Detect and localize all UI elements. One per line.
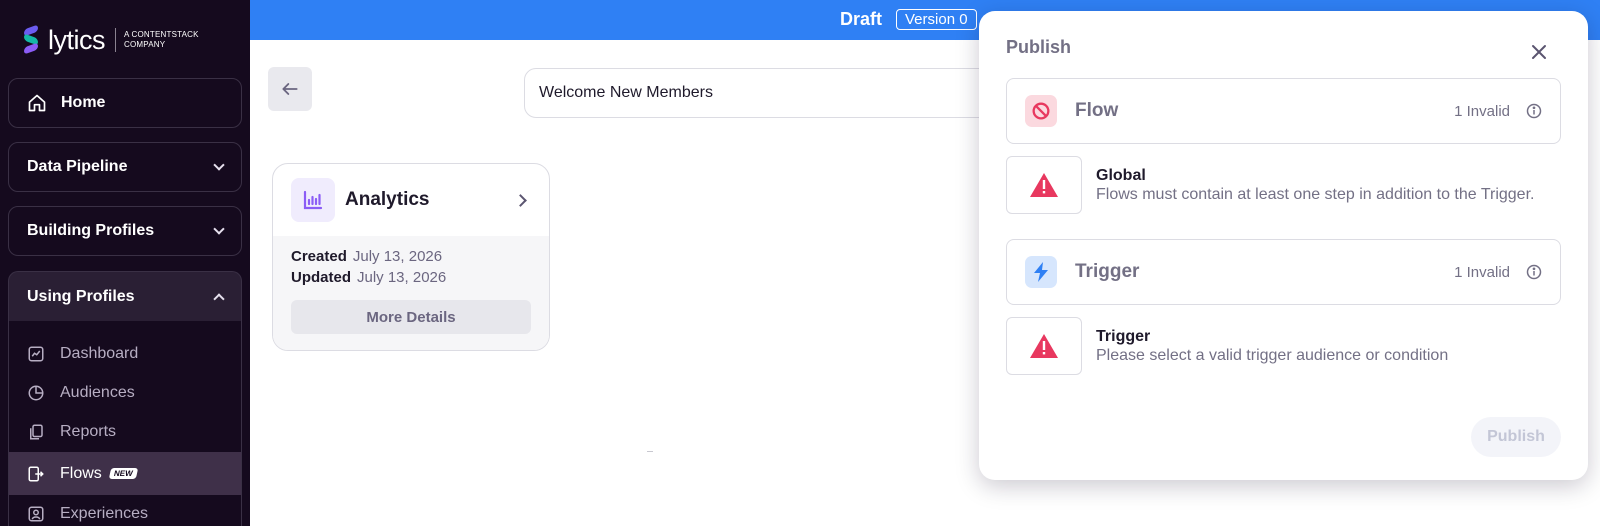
- canvas-marker: [647, 451, 653, 452]
- sidebar-item-experiences[interactable]: Experiences: [9, 493, 241, 526]
- publish-button[interactable]: Publish: [1471, 417, 1561, 457]
- sidebar: lytics A CONTENTSTACK COMPANY Home Data P…: [0, 0, 250, 526]
- error-title: Trigger: [1096, 328, 1151, 345]
- no-entry-icon: [1025, 95, 1057, 127]
- section-flow[interactable]: Flow 1 Invalid: [1006, 78, 1561, 144]
- error-row-global: Global Flows must contain at least one s…: [1006, 156, 1561, 214]
- pie-chart-icon: [28, 385, 44, 401]
- nav-using-profiles[interactable]: Using Profiles: [8, 271, 242, 321]
- copy-icon: [30, 424, 43, 440]
- chevron-down-icon: [213, 159, 225, 171]
- chevron-down-icon: [213, 223, 225, 235]
- logo-subtext: A CONTENTSTACK COMPANY: [124, 30, 199, 49]
- info-icon[interactable]: [1526, 264, 1542, 280]
- updated-row: Updated July 13, 2026: [291, 269, 447, 286]
- logo-text: lytics: [48, 24, 106, 55]
- nav-home-label: Home: [61, 94, 106, 111]
- lytics-logo-icon: [22, 24, 42, 55]
- using-profiles-submenu: Dashboard Audiences Reports Flows NEW Ex…: [8, 321, 242, 526]
- sidebar-item-dashboard[interactable]: Dashboard: [9, 333, 241, 375]
- back-button[interactable]: [268, 67, 312, 111]
- lightning-icon: [1025, 256, 1057, 288]
- analytics-card-header[interactable]: Analytics: [273, 164, 549, 236]
- flow-exit-icon: [28, 466, 44, 481]
- nav-home[interactable]: Home: [8, 78, 242, 128]
- analytics-card: Analytics Created July 13, 2026 Updated Ju…: [272, 163, 550, 351]
- error-title: Global: [1096, 167, 1146, 184]
- error-description: Please select a valid trigger audience o…: [1096, 347, 1449, 364]
- warning-icon: [1006, 156, 1082, 214]
- panel-title: Publish: [1006, 37, 1072, 57]
- section-flow-label: Flow: [1075, 100, 1119, 121]
- chevron-up-icon: [213, 292, 225, 305]
- section-trigger[interactable]: Trigger 1 Invalid: [1006, 239, 1561, 305]
- new-badge: NEW: [108, 468, 138, 479]
- bar-chart-icon: [291, 178, 335, 222]
- nav-data-pipeline-label: Data Pipeline: [27, 158, 128, 175]
- close-icon[interactable]: [1531, 44, 1547, 60]
- nav-data-pipeline[interactable]: Data Pipeline: [8, 142, 242, 192]
- more-details-button[interactable]: More Details: [291, 300, 531, 334]
- logo-divider: [115, 28, 116, 52]
- arrow-left-icon: [282, 83, 298, 95]
- sidebar-item-reports[interactable]: Reports: [9, 411, 241, 453]
- nav-using-profiles-label: Using Profiles: [27, 287, 135, 305]
- chart-line-icon: [28, 346, 44, 362]
- info-icon[interactable]: [1526, 103, 1542, 119]
- flow-name-input[interactable]: [524, 68, 994, 118]
- sidebar-item-audiences[interactable]: Audiences: [9, 372, 241, 414]
- warning-icon: [1006, 317, 1082, 375]
- nav-building-profiles[interactable]: Building Profiles: [8, 206, 242, 256]
- lytics-logo[interactable]: lytics A CONTENTSTACK COMPANY: [22, 24, 199, 56]
- version-badge[interactable]: Version 0: [896, 9, 977, 30]
- card-title: Analytics: [345, 189, 430, 210]
- publish-panel: Publish Flow 1 Invalid Global Flows must…: [979, 11, 1588, 480]
- section-trigger-status: 1 Invalid: [1454, 263, 1510, 281]
- draft-status: Draft: [840, 9, 883, 29]
- home-icon: [28, 94, 46, 112]
- error-description: Flows must contain at least one step in …: [1096, 186, 1535, 203]
- user-square-icon: [28, 506, 44, 522]
- nav-building-profiles-label: Building Profiles: [27, 222, 155, 239]
- sidebar-item-flows[interactable]: Flows NEW: [9, 452, 241, 495]
- section-trigger-label: Trigger: [1075, 261, 1140, 282]
- created-row: Created July 13, 2026: [291, 248, 443, 265]
- card-body: Created July 13, 2026 Updated July 13, 202…: [273, 236, 549, 350]
- section-flow-status: 1 Invalid: [1454, 102, 1510, 120]
- chevron-right-icon: [514, 193, 527, 207]
- error-row-trigger: Trigger Please select a valid trigger au…: [1006, 317, 1561, 375]
